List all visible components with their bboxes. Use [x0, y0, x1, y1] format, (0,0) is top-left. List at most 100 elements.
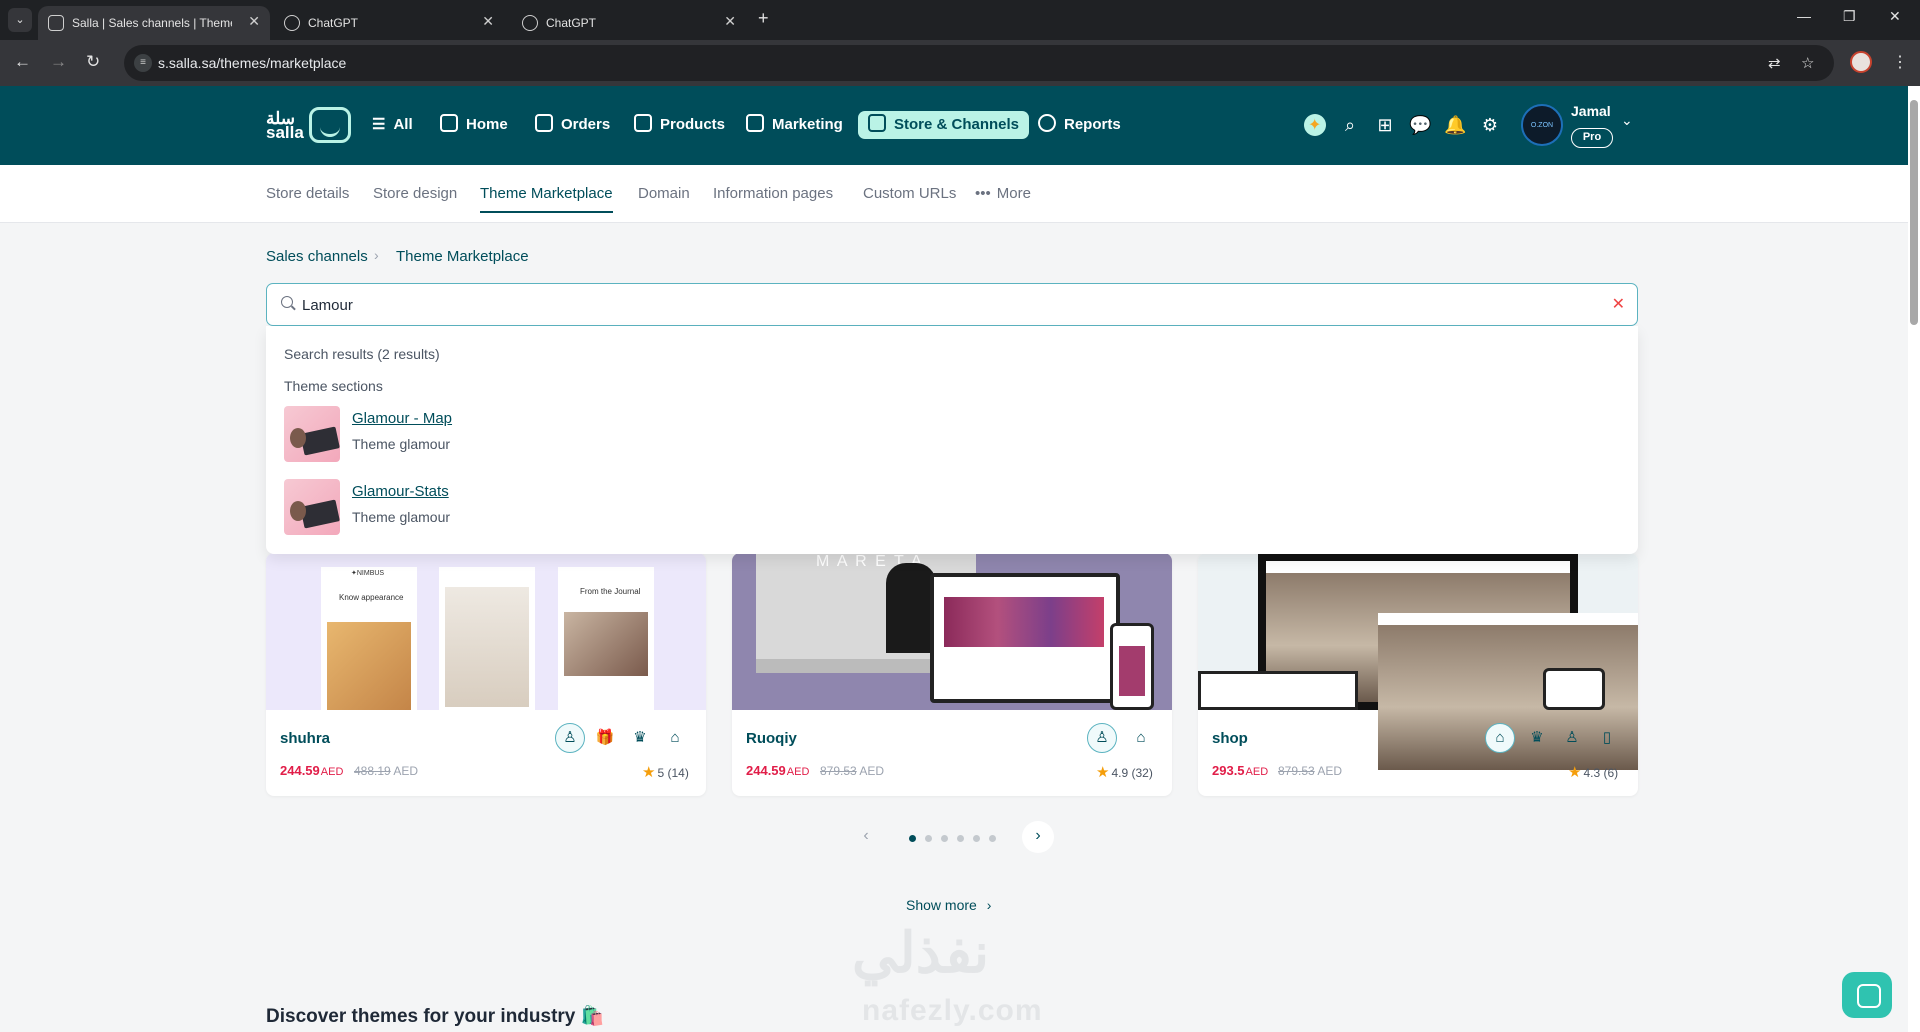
theme-name[interactable]: Ruoqiy [746, 730, 797, 747]
result-name-link[interactable]: Glamour - Map [352, 410, 452, 427]
old-price-value: 879.53 [1278, 764, 1315, 778]
star-icon: ★ [642, 764, 656, 781]
browser-tab-salla[interactable]: Salla | Sales channels | Theme M ✕ [38, 6, 270, 40]
home-icon[interactable]: ⌂ [1485, 723, 1515, 753]
theme-name[interactable]: shop [1212, 730, 1248, 747]
salla-logo-text[interactable]: سلة salla [266, 110, 304, 141]
search-results-count: Search results (2 results) [284, 346, 440, 362]
nav-all[interactable]: ☰ All [372, 111, 413, 139]
browser-tab-chatgpt-2[interactable]: ChatGPT ✕ [512, 6, 746, 40]
search-result-item[interactable]: Glamour - Map Theme glamour [284, 406, 684, 464]
close-tab-icon[interactable]: ✕ [482, 13, 494, 30]
old-price-value: 488.19 [354, 764, 391, 778]
scrollbar-thumb[interactable] [1910, 100, 1918, 325]
theme-old-price: 879.53 AED [1278, 764, 1342, 778]
new-tab-icon[interactable]: + [758, 8, 769, 29]
reload-icon[interactable]: ↻ [86, 52, 100, 72]
show-more-link[interactable]: Show more › [906, 897, 991, 913]
hanger-icon[interactable]: ♙ [1559, 725, 1585, 751]
home-icon[interactable]: ⌂ [662, 725, 688, 751]
theme-preview-image: التصميمات الحديثة [1198, 553, 1638, 770]
nav-products[interactable]: Products [634, 111, 725, 139]
theme-price: 244.59AED [280, 763, 343, 778]
subnav-information-pages[interactable]: Information pages [713, 185, 833, 202]
nav-label: All [393, 116, 413, 133]
apps-grid-icon[interactable]: ⊞ [1374, 114, 1396, 136]
subnav-custom-urls[interactable]: Custom URLs [863, 185, 956, 202]
nav-marketing[interactable]: Marketing [746, 111, 843, 139]
menu-icon: ☰ [372, 116, 386, 133]
breadcrumb-sales-channels[interactable]: Sales channels [266, 248, 368, 265]
subnav-store-details[interactable]: Store details [266, 185, 349, 202]
prev-page-button[interactable]: ‹ [850, 821, 882, 853]
bookmark-star-icon[interactable]: ☆ [1801, 54, 1814, 72]
crown-icon[interactable]: ♛ [627, 725, 653, 751]
search-icon[interactable]: ⌕ [1339, 114, 1361, 136]
subnav-theme-marketplace[interactable]: Theme Marketplace [480, 185, 613, 213]
close-tab-icon[interactable]: ✕ [724, 13, 736, 30]
price-value: 293.5 [1212, 763, 1245, 778]
nav-home[interactable]: Home [440, 111, 508, 139]
result-name-link[interactable]: Glamour-Stats [352, 483, 449, 500]
url-text[interactable]: s.salla.sa/themes/marketplace [158, 55, 346, 71]
theme-search-box[interactable]: ✕ [266, 283, 1638, 326]
carousel-dot[interactable] [909, 835, 916, 842]
preview-page: ✦NIMBUS Know appearance [321, 567, 417, 710]
nav-orders[interactable]: Orders [535, 111, 610, 139]
minimize-icon[interactable]: — [1797, 8, 1811, 24]
carousel-dot[interactable] [941, 835, 948, 842]
store-avatar[interactable]: O.ZON [1521, 104, 1563, 146]
restore-icon[interactable]: ❐ [1843, 8, 1856, 25]
close-window-icon[interactable]: ✕ [1889, 8, 1901, 25]
browser-tab-bar: ⌄ Salla | Sales channels | Theme M ✕ Cha… [0, 0, 1920, 40]
result-theme-label: Theme glamour [352, 509, 451, 525]
address-bar[interactable]: ≡ s.salla.sa/themes/marketplace ⇄ ☆ [124, 45, 1834, 81]
theme-card-shuhra[interactable]: ✦NIMBUS Know appearance From the Journal… [266, 553, 706, 796]
nav-reports[interactable]: Reports [1038, 111, 1121, 139]
clear-search-icon[interactable]: ✕ [1612, 294, 1625, 314]
salla-logo-icon[interactable] [309, 107, 351, 143]
subnav-more[interactable]: ••• More [975, 185, 1031, 202]
support-chat-button[interactable] [1842, 972, 1892, 1018]
theme-search-input[interactable] [302, 293, 1582, 317]
back-icon[interactable]: ← [14, 52, 31, 72]
home-icon[interactable]: ⌂ [1128, 725, 1154, 751]
settings-gear-icon[interactable]: ⚙ [1479, 114, 1501, 136]
crown-icon[interactable]: ♛ [1524, 725, 1550, 751]
forward-icon[interactable]: → [50, 52, 67, 72]
tab-search-button[interactable]: ⌄ [8, 8, 32, 32]
chat-icon[interactable]: 💬 [1409, 114, 1431, 136]
carousel-dot[interactable] [957, 835, 964, 842]
close-tab-icon[interactable]: ✕ [248, 13, 260, 30]
site-info-icon[interactable]: ≡ [134, 54, 152, 72]
translate-icon[interactable]: ⇄ [1768, 54, 1781, 72]
chevron-down-icon[interactable]: ⌄ [1621, 112, 1633, 129]
device-icon[interactable]: ▯ [1594, 725, 1620, 751]
preview-photo [327, 622, 411, 710]
hanger-icon[interactable]: ♙ [1087, 723, 1117, 753]
theme-price: 293.5AED [1212, 763, 1268, 778]
nav-store-channels[interactable]: Store & Channels [858, 111, 1030, 139]
nav-label: Reports [1064, 116, 1121, 133]
user-name[interactable]: Jamal [1571, 103, 1611, 119]
preview-phone [1543, 668, 1605, 710]
carousel-dot[interactable] [973, 835, 980, 842]
theme-name[interactable]: shuhra [280, 730, 330, 747]
browser-tab-chatgpt-1[interactable]: ChatGPT ✕ [274, 6, 504, 40]
subnav-domain[interactable]: Domain [638, 185, 690, 202]
next-page-button[interactable]: › [1022, 821, 1054, 853]
notifications-bell-icon[interactable]: 🔔 [1444, 114, 1466, 136]
theme-card-shop[interactable]: التصميمات الحديثة shop ⌂ ♛ ♙ ▯ 293.5AED … [1198, 553, 1638, 796]
carousel-dot[interactable] [989, 835, 996, 842]
ai-assistant-icon[interactable] [1304, 114, 1326, 136]
rating-value: 5 [657, 766, 665, 780]
search-result-item[interactable]: Glamour-Stats Theme glamour [284, 479, 684, 537]
chatgpt-favicon-icon [522, 15, 538, 31]
gift-icon[interactable]: 🎁 [592, 725, 618, 751]
subnav-store-design[interactable]: Store design [373, 185, 457, 202]
carousel-dot[interactable] [925, 835, 932, 842]
theme-card-ruoqiy[interactable]: M A R E T A Ruoqiy ♙ ⌂ 244.59AED 879.53 … [732, 553, 1172, 796]
profile-avatar-icon[interactable] [1850, 51, 1872, 73]
hanger-icon[interactable]: ♙ [555, 723, 585, 753]
browser-menu-icon[interactable]: ⋮ [1892, 52, 1908, 72]
